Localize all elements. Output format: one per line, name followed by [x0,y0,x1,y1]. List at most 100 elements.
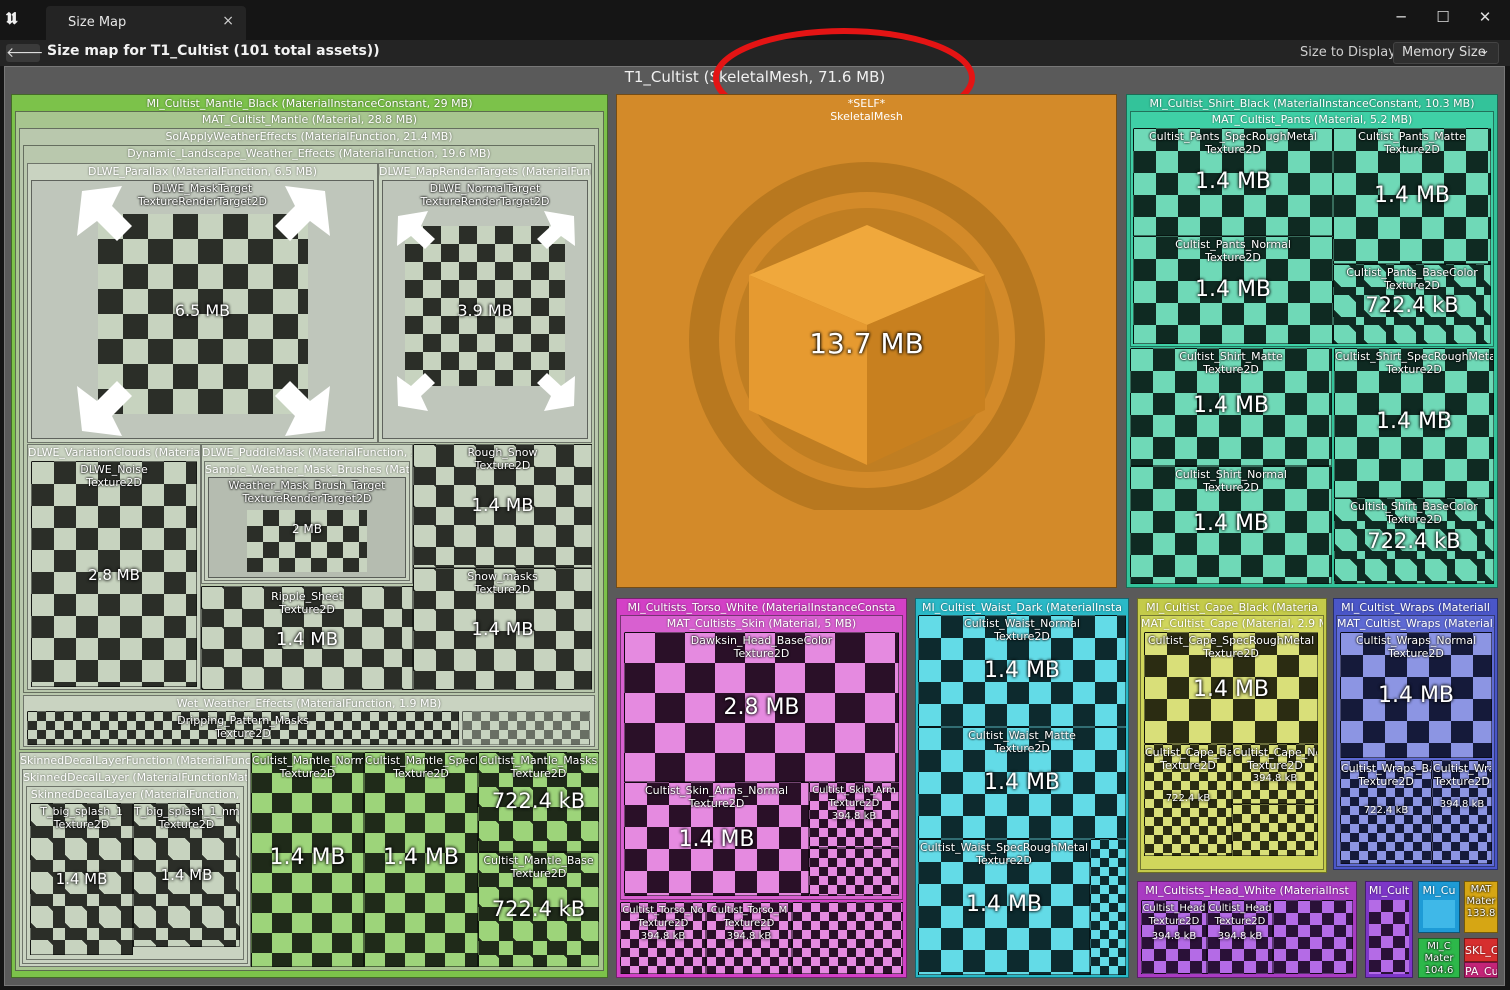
cultist-pants-specroughmetal-tile[interactable]: Cultist_Pants_SpecRoughMetal Texture2D 1.… [1133,128,1333,236]
cultist-pants-normal-tile[interactable]: Cultist_Pants_Normal Texture2D 1.4 MB [1133,236,1333,344]
cultist-waist-matte-tile[interactable]: Cultist_Waist_Matte Texture2D 1.4 MB [918,727,1126,839]
back-arrow-icon[interactable]: 🡐 [6,44,44,62]
close-window-icon[interactable]: ✕ [1470,8,1500,32]
tile-title: DLWE_MapRenderTargets (MaterialFunct [379,165,591,178]
rough-snow-tile[interactable]: Rough_Snow Texture2D 1.4 MB [413,444,592,568]
texture-preview [247,510,367,572]
small-waist-textures-tile[interactable] [1090,839,1126,975]
tile-title: SkinnedDecalLayerFunction (MaterialFunct… [20,754,250,767]
t-big-splash-1-nm-tile[interactable]: T_big_splash_1_nm Texture2D 1.4 MB [133,803,240,947]
texture-name: DLWE_NormalTarget TextureRenderTarget2D [420,182,550,208]
cultist-shirt-matte-tile[interactable]: Cultist_Shirt_Matte Texture2D 1.4 MB [1130,348,1332,466]
snow-masks-tile[interactable]: Snow_masks Texture2D 1.4 MB [413,568,592,690]
pa-cu-tile[interactable]: PA_Cu [1464,962,1498,978]
texture-name: DLWE_Noise Texture2D [80,463,148,489]
dlwe-masktarget-tile[interactable]: DLWE_MaskTarget TextureRenderTarget2D 6.5… [31,180,374,439]
cultist-cape-no-tile[interactable]: Cultist_Cape_No Texture2D 394.8 kB [1232,744,1318,804]
cultist-waist-normal-tile[interactable]: Cultist_Waist_Normal Texture2D 1.4 MB [918,615,1126,727]
tile-title: MI_Cultist_Waist_Dark (MaterialInsta [922,601,1122,614]
texture-name: Cultist_Mantle_Masks Texture2D [479,754,598,780]
texture-name: Cultist_Shirt_SpecRoughMetal Texture2D [1335,350,1493,376]
mat-small-tile[interactable]: MAT Mater 133.8 [1464,881,1498,933]
cultist-shirt-normal-tile[interactable]: Cultist_Shirt_Normal Texture2D 1.4 MB [1130,466,1332,584]
texture-name: *SELF* SkeletalMesh [830,97,903,123]
texture-name: Rough_Snow Texture2D [467,446,538,472]
cultist-pants-basecolor-tile[interactable]: Cultist_Pants_BaseColor Texture2D 722.4 k… [1333,264,1491,344]
cultist-skin-arm-tile[interactable]: Cultist_Skin_Arm Texture2D 394.8 kB [809,782,899,848]
cultist-wra-tile[interactable]: Cultist_Wra Texture2D 394.8 kB [1432,760,1492,864]
texture-size: 1.4 MB [983,658,1061,683]
tile-title: Wet_Weather_Effects (MaterialFunction, 1… [176,697,442,710]
cultist-torso-no-tile[interactable]: Cultist_Torso_No Texture2D 394.8 kB [620,902,706,974]
texture-name: Dripping_Pattern_Masks Texture2D [177,714,309,740]
cultist-mantle-base-tile[interactable]: Cultist_Mantle_Base Texture2D 722.4 kB [478,852,599,967]
dlwe-normaltarget-tile[interactable]: DLWE_NormalTarget TextureRenderTarget2D 3… [382,180,588,439]
texture-size: 1.4 MB [1192,677,1270,702]
cultist-cape-specroughmetal-tile[interactable]: Cultist_Cape_SpecRoughMetal Texture2D 1.4… [1144,632,1318,744]
self-size: 13.7 MB [809,327,924,360]
cultist-wraps-normal-tile[interactable]: Cultist_Wraps_Normal Texture2D 1.4 MB [1340,632,1492,758]
cultist-head-2-tile[interactable]: Cultist_Head Texture2D 394.8 kB [1207,900,1273,974]
texture-size: 394.8 kB [726,931,772,942]
minimize-icon[interactable]: ─ [1386,8,1416,32]
texture-size: 1.4 MB [1194,277,1272,302]
maximize-icon[interactable]: ☐ [1428,8,1458,32]
cultist-shirt-basecolor-tile[interactable]: Cultist_Shirt_BaseColor Texture2D 722.4 k… [1334,498,1494,584]
tile-title: MAT_Cultist_Mantle (Material, 28.8 MB) [201,113,418,126]
weather-mask-brush-target-tile[interactable]: Weather_Mask_Brush_Target TextureRenderTa… [208,477,406,578]
mi-cu-tile[interactable]: MI_Cu [1418,881,1460,933]
texture-size: 722.4 kB [1365,293,1459,317]
texture-size: 2 MB [291,522,323,536]
texture-name: Dawksin_Head_BaseColor Texture2D [690,634,833,660]
tab-size-map[interactable]: Size Map × [46,6,246,40]
tile-title: MAT_Cultists_Skin (Material, 5 MB) [666,617,857,630]
close-tab-icon[interactable]: × [222,13,234,29]
texture-name: Cultist_Mantle_SpecR Texture2D [365,754,477,780]
texture-size: 394.8 kB [831,811,877,822]
cultist-mantle-specr-tile[interactable]: Cultist_Mantle_SpecR Texture2D 1.4 MB [364,752,478,967]
cultist-torso-m-tile[interactable]: Cultist_Torso_M Texture2D 394.8 kB [706,902,792,974]
small-cape-textures-tile[interactable] [1232,804,1318,856]
texture-size: 3.9 MB [457,301,513,320]
texture-size: 722.4 kB [1165,793,1211,804]
small-head-textures-tile[interactable] [1273,900,1353,974]
self-skeletal-mesh-tile[interactable]: *SELF* SkeletalMesh 13.7 MB [616,94,1117,588]
texture-name: Cultist_Cape_Ba Texture2D [1145,746,1231,772]
cultist-wraps-ba-tile[interactable]: Cultist_Wraps_Ba Texture2D 722.4 kB [1340,760,1432,864]
texture-size: 1.4 MB [160,866,213,884]
texture-name: DLWE_MaskTarget TextureRenderTarget2D [138,182,267,208]
texture-name: Cultist_Shirt_Normal Texture2D [1175,468,1287,494]
dawksin-head-basecolor-tile[interactable]: Dawksin_Head_BaseColor Texture2D 2.8 MB [624,632,899,782]
cultist-cape-ba-tile[interactable]: Cultist_Cape_Ba Texture2D 722.4 kB [1144,744,1232,856]
cultist-waist-specroughmetal-tile[interactable]: Cultist_Waist_SpecRoughMetal Texture2D 1.… [918,839,1090,975]
small-skin-textures-tile[interactable] [809,848,899,896]
texture-name: Cultist_Wraps_Normal Texture2D [1355,634,1477,660]
cultist-mantle-masks-tile[interactable]: Cultist_Mantle_Masks Texture2D 722.4 kB [478,752,599,852]
texture-preview [1423,900,1455,928]
texture-size: 6.5 MB [174,301,231,320]
size-to-display-dropdown[interactable]: Memory Size ⌄ [1393,42,1499,64]
cultist-mantle-normal-tile[interactable]: Cultist_Mantle_Norma Texture2D 1.4 MB [251,752,364,967]
texture-size: 1.4 MB [55,870,108,888]
mi-c-tile[interactable]: MI_C Mater 104.6 [1418,938,1460,978]
tile-title: MI_Cultist_Wraps (Materiall [1341,601,1490,614]
texture-name: Cultist_Cape_No Texture2D [1233,746,1317,772]
texture-size: 1.4 MB [1373,183,1451,208]
texture-size: 2.8 MB [88,566,140,584]
cultist-head-1-tile[interactable]: Cultist_Head Texture2D 394.8 kB [1141,900,1207,974]
small-textures-tile[interactable] [462,711,590,745]
cultist-shirt-specroughmetal-tile[interactable]: Cultist_Shirt_SpecRoughMetal Texture2D 1.… [1334,348,1494,498]
small-torso-textures-tile[interactable] [792,902,903,974]
texture-name: Cultist_Waist_Matte Texture2D [968,729,1076,755]
ripple-sheet-tile[interactable]: Ripple_Sheet Texture2D 1.4 MB [201,586,413,690]
texture-size: 1.4 MB [275,629,339,650]
tile-title: MI_Cultists_Torso_White (MaterialInstanc… [627,601,896,614]
dripping-pattern-masks-tile[interactable]: Dripping_Pattern_Masks Texture2D [27,711,459,745]
cultist-skin-arms-normal-tile[interactable]: Cultist_Skin_Arms_Normal Texture2D 1.4 MB [624,782,809,896]
skl-c-tile[interactable]: SKL_C [1464,938,1498,962]
dlwe-noise-tile[interactable]: DLWE_Noise Texture2D 2.8 MB [31,461,197,687]
cultist-pants-matte-tile[interactable]: Cultist_Pants_Matte Texture2D 1.4 MB [1333,128,1491,264]
t-big-splash-1-tile[interactable]: T_big_splash_1 Texture2D 1.4 MB [30,803,133,955]
tile-title: MAT_Cultist_Pants (Material, 5.2 MB) [1211,113,1413,126]
mi-cult-tile[interactable]: MI_Cult [1365,881,1413,978]
